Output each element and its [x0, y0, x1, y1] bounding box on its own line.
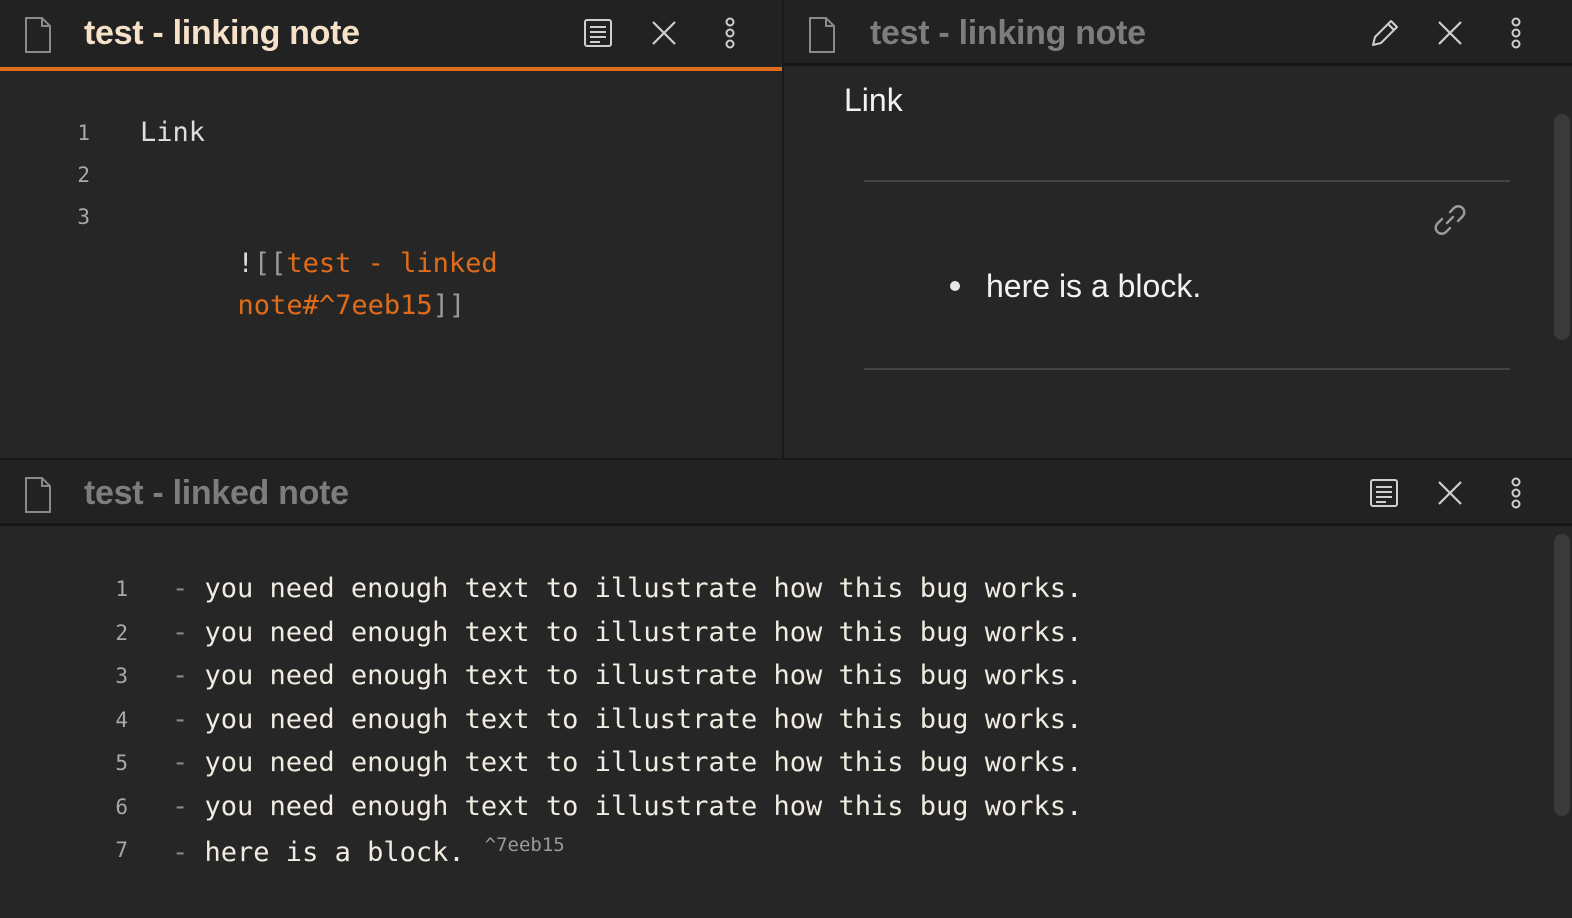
line-number: 1 [115, 577, 128, 601]
list-marker: - [172, 837, 189, 868]
reading-view-icon [584, 19, 612, 47]
more-options-icon [1511, 477, 1521, 509]
line-number: 3 [77, 205, 90, 229]
editor-line[interactable]: - you need enough text to illustrate how… [172, 573, 1082, 604]
line-number: 5 [115, 751, 128, 775]
list-marker: - [172, 703, 189, 735]
open-link-button[interactable] [1430, 200, 1470, 240]
list-marker: - [172, 790, 189, 822]
list-item-text[interactable]: you need enough text to illustrate how t… [205, 747, 1083, 778]
editor-line[interactable]: - you need enough text to illustrate how… [172, 704, 1082, 735]
pane-header: test - linking note [784, 0, 1572, 66]
pane-top-right-preview[interactable]: test - linking note Link here is a block… [784, 0, 1572, 458]
pane-header: test - linking note [0, 0, 782, 66]
reading-view-button[interactable] [1366, 475, 1402, 511]
reading-view-button[interactable] [580, 15, 616, 51]
editor-line[interactable]: Link [140, 117, 205, 148]
more-options-button[interactable] [712, 15, 748, 51]
list-marker: - [172, 660, 189, 691]
editor-line[interactable]: - here is a block. ^7eeb15 [172, 834, 565, 868]
list-item-text[interactable]: you need enough text to illustrate how t… [205, 573, 1083, 604]
list-marker: - [172, 573, 189, 604]
pencil-icon [1372, 20, 1398, 46]
file-icon [25, 477, 51, 513]
pane-top-left-editor[interactable]: test - linking note 1 Link 2 3 ![[test -… [0, 0, 782, 458]
embed-link-line-wrap[interactable]: note#^7eeb15]] [140, 243, 466, 369]
line-number: 7 [115, 838, 128, 862]
file-icon [809, 17, 835, 53]
vertical-pane-divider[interactable] [782, 0, 784, 458]
preview-paragraph: Link [844, 82, 903, 118]
scrollbar[interactable] [1554, 534, 1570, 816]
line-number: 3 [115, 664, 128, 688]
line-number: 2 [115, 620, 128, 645]
scrollbar[interactable] [1554, 114, 1570, 340]
line-number: 2 [77, 163, 90, 187]
editor-line[interactable]: - you need enough text to illustrate how… [172, 747, 1082, 778]
list-item-text[interactable]: you need enough text to illustrate how t… [205, 791, 1083, 822]
editor-line[interactable]: - you need enough text to illustrate how… [172, 617, 1082, 648]
active-tab-indicator [0, 67, 782, 71]
close-pane-button[interactable] [1432, 475, 1468, 511]
embedded-block[interactable]: here is a block. [864, 180, 1510, 370]
list-marker: - [172, 747, 189, 778]
link-bracket-close: ]] [432, 290, 466, 321]
line-number: 1 [77, 121, 90, 145]
pane-header: test - linked note [0, 460, 1572, 526]
close-pane-button[interactable] [1432, 15, 1468, 51]
editor-line[interactable]: - you need enough text to illustrate how… [172, 791, 1082, 822]
list-item-text[interactable]: you need enough text to illustrate how t… [205, 617, 1083, 648]
more-options-button[interactable] [1498, 15, 1534, 51]
list-item-text[interactable]: you need enough text to illustrate how t… [205, 704, 1083, 735]
more-options-icon [1511, 17, 1521, 49]
list-item-text[interactable]: here is a block. [205, 837, 465, 868]
horizontal-pane-divider[interactable] [0, 458, 1572, 460]
link-icon [1434, 205, 1466, 235]
embedded-block-text: here is a block. [986, 268, 1202, 304]
more-options-button[interactable] [1498, 475, 1534, 511]
editor-line[interactable]: - you need enough text to illustrate how… [172, 660, 1082, 691]
pane-bottom-editor[interactable]: test - linked note 1- you need enough te… [0, 460, 1572, 918]
reading-view-icon [1370, 479, 1398, 507]
close-icon [1438, 21, 1462, 45]
embedded-list-item: here is a block. [950, 268, 1201, 305]
tab-title[interactable]: test - linked note [84, 474, 349, 513]
file-icon [25, 17, 51, 53]
list-item-text[interactable]: you need enough text to illustrate how t… [205, 660, 1083, 691]
close-icon [1438, 481, 1462, 505]
block-id: ^7eeb15 [484, 834, 565, 856]
tab-title[interactable]: test - linking note [870, 14, 1146, 53]
bullet-marker [950, 280, 960, 291]
more-options-icon [725, 17, 735, 49]
line-number: 4 [115, 707, 128, 732]
list-marker: - [172, 616, 189, 648]
tab-title[interactable]: test - linking note [84, 14, 360, 53]
edit-mode-button[interactable] [1367, 15, 1403, 51]
close-icon [652, 21, 676, 45]
close-pane-button[interactable] [646, 15, 682, 51]
line-number: 6 [115, 794, 128, 819]
internal-link-text[interactable]: note#^7eeb15 [238, 290, 433, 321]
